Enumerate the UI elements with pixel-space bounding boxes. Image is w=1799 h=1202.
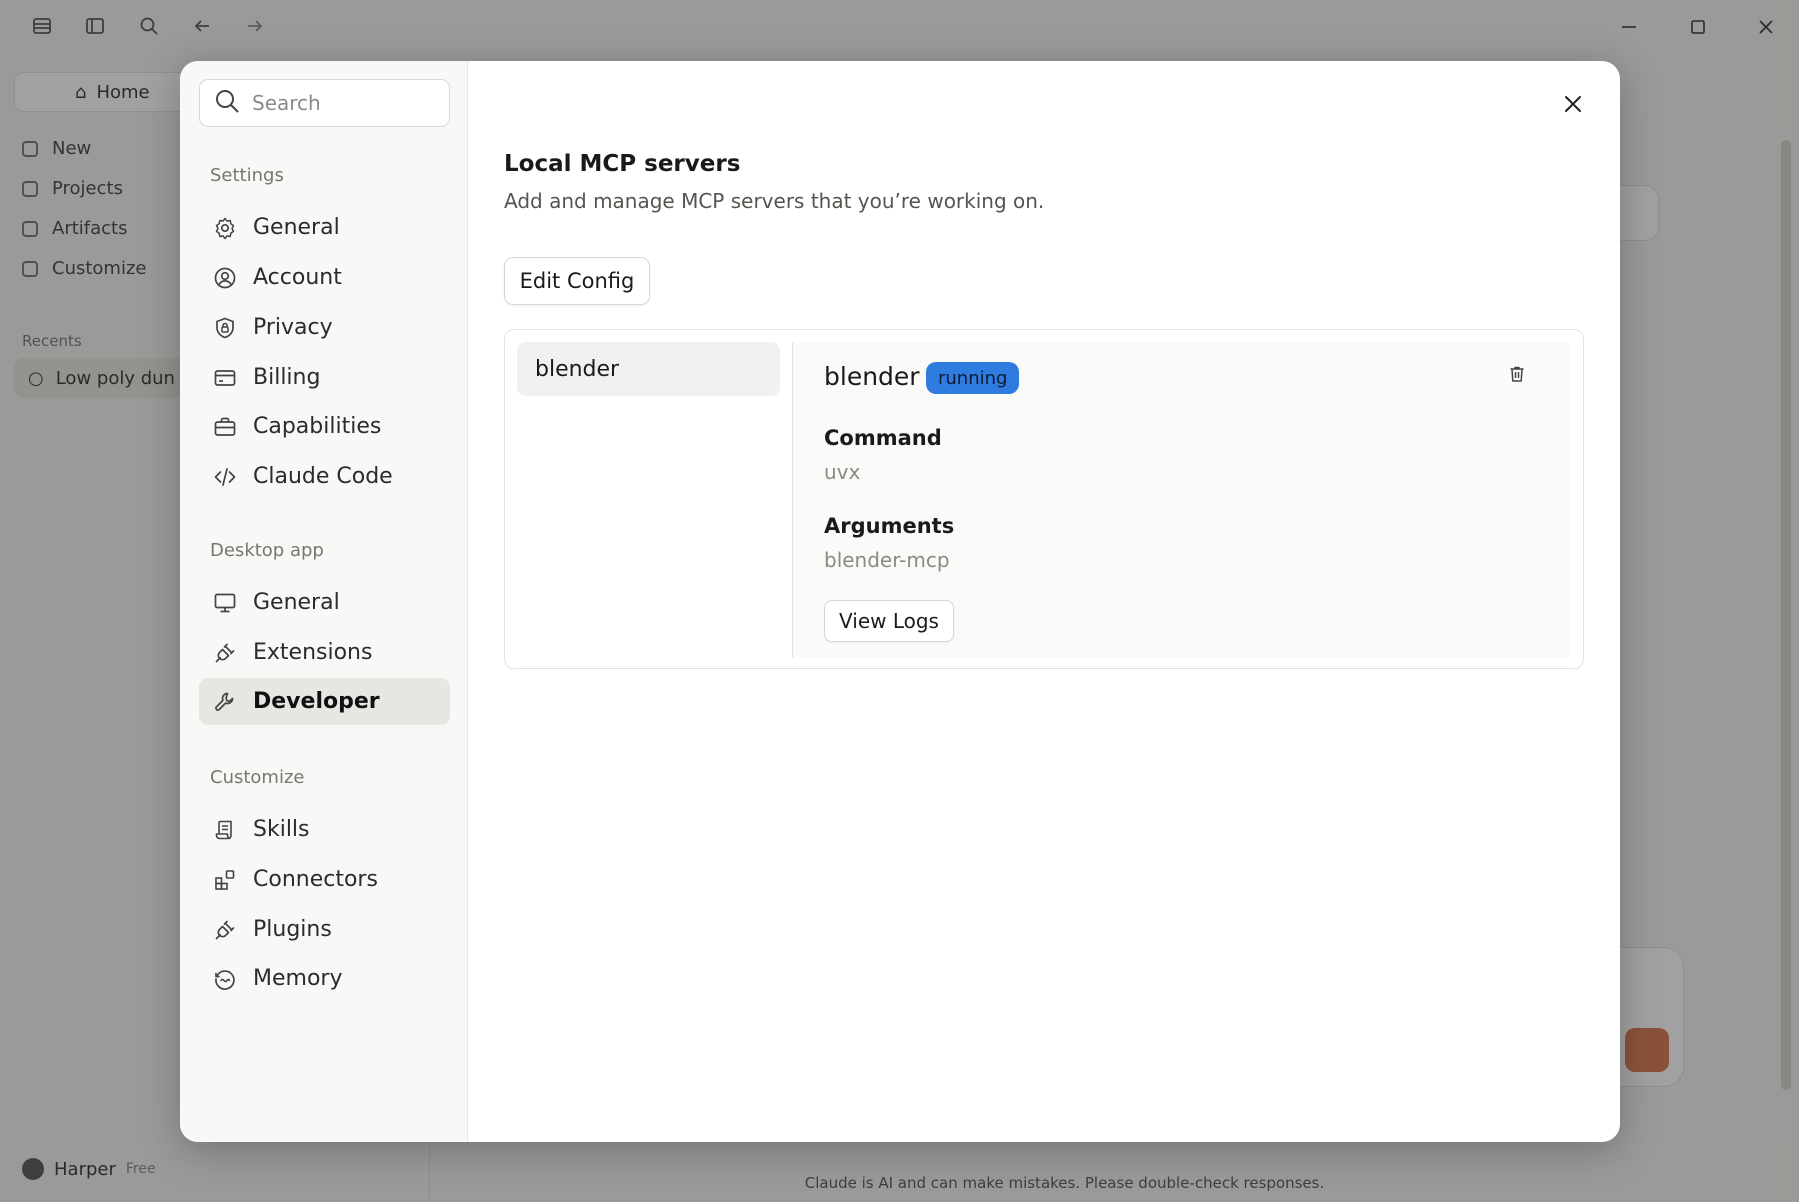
sidebar-item-label: General xyxy=(253,215,340,240)
sidebar-item-general[interactable]: General xyxy=(199,204,450,251)
edit-config-button[interactable]: Edit Config xyxy=(504,257,650,305)
arguments-value: blender-mcp xyxy=(824,548,950,572)
page-subtitle: Add and manage MCP servers that you’re w… xyxy=(504,189,1045,213)
search-icon xyxy=(214,88,240,118)
sidebar-item-label: Capabilities xyxy=(253,414,382,439)
sidebar-item-label: Developer xyxy=(253,689,380,714)
sidebar-item-label: Claude Code xyxy=(253,464,393,489)
server-name: blender xyxy=(824,362,920,391)
trash-icon xyxy=(1507,364,1527,388)
mcp-server-panel: blender blender running Command uvx Argu… xyxy=(504,329,1584,669)
sidebar-item-connectors[interactable]: Connectors xyxy=(199,856,450,903)
sidebar-item-plugins[interactable]: Plugins xyxy=(199,906,450,953)
developer-panel: Local MCP servers Add and manage MCP ser… xyxy=(504,61,1620,1142)
sidebar-item-desktop-general[interactable]: General xyxy=(199,579,450,626)
plug-icon xyxy=(213,641,237,665)
memory-icon xyxy=(213,967,237,991)
gear-icon xyxy=(213,216,237,240)
sidebar-item-label: Account xyxy=(253,265,342,290)
server-list: blender xyxy=(517,342,780,396)
sidebar-item-memory[interactable]: Memory xyxy=(199,955,450,1002)
settings-sidebar: Settings General Account Privacy xyxy=(180,61,468,1142)
sidebar-item-extensions[interactable]: Extensions xyxy=(199,629,450,676)
wrench-icon xyxy=(213,690,237,714)
settings-modal: Settings General Account Privacy xyxy=(180,61,1620,1142)
sidebar-item-label: Plugins xyxy=(253,917,332,942)
shield-lock-icon xyxy=(213,316,237,340)
blocks-icon xyxy=(213,868,237,892)
command-value: uvx xyxy=(824,460,861,484)
sidebar-item-developer[interactable]: Developer xyxy=(199,678,450,725)
arguments-label: Arguments xyxy=(824,514,955,538)
app-window: ⌂ Home New Projects Artifacts Customize … xyxy=(0,0,1799,1202)
status-badge: running xyxy=(926,362,1020,394)
search-box[interactable] xyxy=(199,79,450,127)
sidebar-item-label: Extensions xyxy=(253,640,373,665)
sidebar-item-skills[interactable]: Skills xyxy=(199,806,450,853)
section-label-customize: Customize xyxy=(210,767,305,788)
sidebar-item-label: Privacy xyxy=(253,315,333,340)
scroll-icon xyxy=(213,818,237,842)
page-title: Local MCP servers xyxy=(504,151,741,177)
sidebar-item-billing[interactable]: Billing xyxy=(199,354,450,401)
user-circle-icon xyxy=(213,266,237,290)
search-input[interactable] xyxy=(252,91,442,115)
briefcase-icon xyxy=(213,415,237,439)
sidebar-item-label: Billing xyxy=(253,365,321,390)
sidebar-item-label: General xyxy=(253,590,340,615)
section-label-desktop-app: Desktop app xyxy=(210,540,324,561)
sidebar-item-label: Connectors xyxy=(253,867,378,892)
plug-icon xyxy=(213,918,237,942)
credit-card-icon xyxy=(213,366,237,390)
section-label-settings: Settings xyxy=(210,165,284,186)
monitor-icon xyxy=(213,591,237,615)
sidebar-item-privacy[interactable]: Privacy xyxy=(199,304,450,351)
sidebar-item-label: Skills xyxy=(253,817,310,842)
sidebar-item-label: Memory xyxy=(253,966,343,991)
sidebar-item-account[interactable]: Account xyxy=(199,254,450,301)
server-list-item[interactable]: blender xyxy=(517,342,780,396)
delete-server-button[interactable] xyxy=(1503,362,1531,390)
view-logs-button[interactable]: View Logs xyxy=(824,600,954,642)
command-label: Command xyxy=(824,426,942,450)
code-icon xyxy=(213,465,237,489)
sidebar-item-claude-code[interactable]: Claude Code xyxy=(199,453,450,500)
server-detail: blender running Command uvx Arguments bl… xyxy=(793,342,1571,658)
sidebar-item-capabilities[interactable]: Capabilities xyxy=(199,403,450,450)
